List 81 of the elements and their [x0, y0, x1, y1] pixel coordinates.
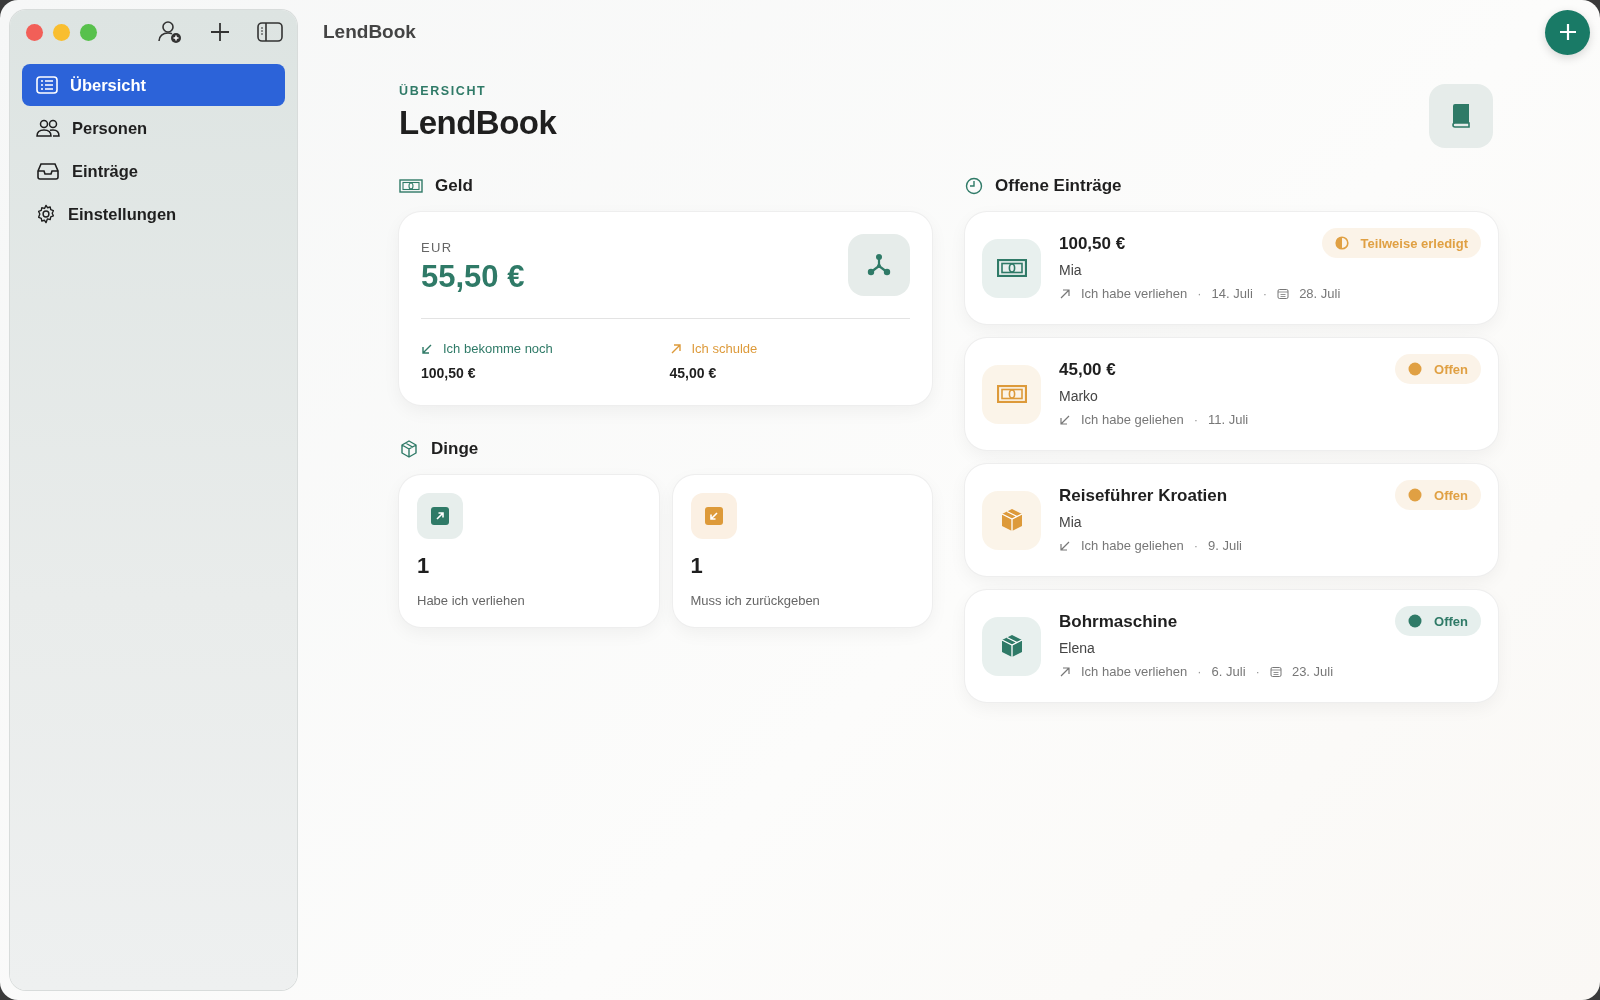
sidebar-toggle-icon[interactable]: [257, 21, 283, 43]
calendar-icon: [1277, 287, 1290, 300]
page-title: LendBook: [399, 104, 557, 142]
sidebar-item[interactable]: Übersicht: [22, 64, 285, 106]
section-heading: Dinge: [431, 439, 479, 459]
add-button[interactable]: [1545, 9, 1590, 55]
clock-icon: [965, 177, 983, 195]
debt-amount: 45,00 €: [669, 365, 718, 381]
entry-date: 11. Juli: [1208, 412, 1249, 427]
arrow-up-right-icon: [669, 342, 682, 355]
person-name: Marko: [1059, 388, 1099, 404]
banknote-icon: [996, 259, 1027, 277]
entry-card[interactable]: 100,50 € Teilweise erledigt Mia Ich habe verliehen · 14. Juli · 28. Juli: [965, 212, 1498, 324]
separator: ·: [1197, 286, 1202, 301]
sidebar-item[interactable]: Einstellungen: [22, 193, 285, 235]
calendar-icon: [1269, 665, 1282, 678]
separator: ·: [1255, 664, 1260, 679]
entry-date: 9. Juli: [1208, 538, 1242, 553]
stat-label: Habe ich verliehen: [417, 593, 526, 608]
section-heading: Offene Einträge: [995, 176, 1122, 196]
separator: ·: [1197, 664, 1202, 679]
person-name: Mia: [1059, 262, 1083, 278]
sidebar-item[interactable]: Einträge: [22, 150, 285, 192]
arrow-up-right-icon: [1059, 287, 1071, 300]
banknote-icon: [399, 179, 423, 193]
direction-label: Ich habe geliehen: [1081, 538, 1184, 553]
section-eyebrow: ÜBERSICHT: [399, 84, 488, 98]
section-heading: Geld: [435, 176, 473, 196]
status-badge: Offen: [1395, 606, 1481, 636]
entry-title: 45,00 €: [1059, 360, 1116, 380]
box-icon: [999, 508, 1024, 532]
entry-title: Reiseführer Kroatien: [1059, 486, 1228, 506]
direction-label: Ich habe verliehen: [1081, 286, 1188, 301]
status-badge: Offen: [1395, 480, 1481, 510]
due-date: 23. Juli: [1291, 664, 1334, 679]
person-name: Elena: [1059, 640, 1096, 656]
stat-label: Muss ich zurückgeben: [690, 593, 821, 608]
balance-amount: 55,50 €: [421, 259, 525, 295]
book-icon: [1450, 103, 1472, 129]
sidebar-item[interactable]: Personen: [22, 107, 285, 149]
separator: ·: [1262, 286, 1268, 301]
close-button[interactable]: [26, 23, 43, 41]
entry-date: 6. Juli: [1211, 664, 1246, 679]
entry-title: Bohrmaschine: [1059, 612, 1178, 632]
arrow-down-left-icon: [1059, 413, 1071, 426]
people-icon: [36, 119, 60, 137]
overview-icon: [36, 76, 58, 94]
banknote-icon: [996, 385, 1027, 403]
due-date: 28. Juli: [1299, 286, 1341, 301]
arrow-up-right-icon: [431, 507, 449, 525]
stat-count: 1: [690, 553, 704, 579]
separator: ·: [1193, 538, 1198, 553]
direction-label: Ich habe verliehen: [1081, 664, 1188, 679]
status-badge: Offen: [1395, 354, 1481, 384]
receivable-label: Ich bekomme noch: [443, 341, 553, 356]
entry-title: 100,50 €: [1059, 234, 1126, 254]
currency-label: EUR: [421, 240, 454, 255]
box-icon: [399, 439, 419, 459]
arrow-down-left-icon: [1059, 539, 1071, 552]
tray-icon: [36, 162, 60, 180]
direction-label: Ich habe geliehen: [1081, 412, 1184, 427]
settings-icon: [36, 204, 56, 224]
arrow-down-left-icon: [704, 507, 723, 525]
entry-card[interactable]: Bohrmaschine Offen Elena Ich habe verliehen · 6. Juli · 23. Juli: [965, 590, 1498, 702]
window-title: LendBook: [323, 21, 416, 43]
separator: ·: [1193, 412, 1198, 427]
add-person-icon[interactable]: [157, 19, 183, 45]
entry-card[interactable]: Reiseführer Kroatien Offen Mia Ich habe geliehen · 9. Juli: [965, 464, 1498, 576]
entry-card[interactable]: 45,00 € Offen Marko Ich habe geliehen · 11. Juli: [965, 338, 1498, 450]
arrow-up-right-icon: [1059, 665, 1071, 678]
person-name: Mia: [1059, 514, 1083, 530]
entry-date: 14. Juli: [1211, 286, 1253, 301]
share-button[interactable]: [848, 234, 910, 296]
receivable-amount: 100,50 €: [421, 365, 477, 381]
stat-count: 1: [417, 553, 431, 579]
arrow-down-left-icon: [421, 342, 433, 355]
status-badge: Teilweise erledigt: [1321, 228, 1481, 258]
plus-icon[interactable]: [209, 21, 231, 43]
share-nodes-icon: [866, 253, 892, 277]
box-icon: [999, 634, 1024, 658]
debt-label: Ich schulde: [691, 341, 758, 356]
